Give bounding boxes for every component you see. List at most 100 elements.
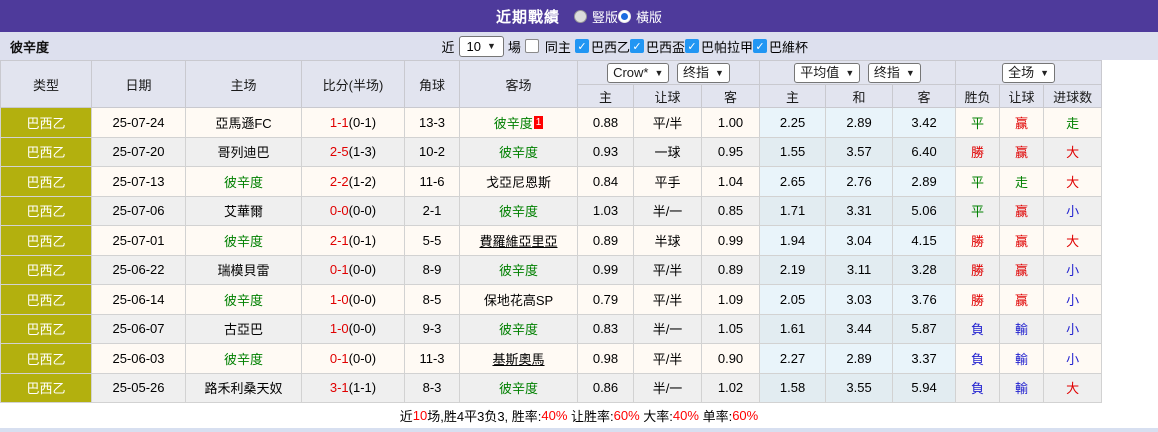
- avg-away-cell: 3.42: [892, 107, 957, 138]
- odds-home-cell: 0.79: [577, 284, 634, 315]
- corner-cell: 11-6: [404, 166, 460, 197]
- radio-label: 橫版: [636, 9, 663, 25]
- away-team-cell[interactable]: 費羅維亞里亞: [459, 225, 578, 256]
- home-team-name: 亞馬遜FC: [215, 115, 272, 131]
- fulltime-group-header: 全场 ▼: [955, 60, 1103, 85]
- avg-away-cell: 5.87: [892, 313, 957, 344]
- avg-away-cell: 4.15: [892, 225, 957, 256]
- away-team-cell[interactable]: 戈亞尼恩斯: [459, 166, 578, 197]
- summary-segment: 大率:: [639, 409, 673, 424]
- corner-cell: 10-2: [404, 136, 460, 167]
- table-row: 巴西乙 25-06-22 瑞模貝雷 0-1(0-0) 8-9 彼辛度 0.99 平/半 0.89…: [0, 254, 1103, 285]
- league-checkbox-item[interactable]: ✓ 巴西盃: [629, 37, 685, 56]
- match-count-select[interactable]: 10 ▼: [458, 35, 504, 57]
- same-home-label: 同主: [544, 39, 571, 55]
- average-time-select[interactable]: 终指 ▼: [867, 62, 921, 83]
- checkbox-icon: ✓: [574, 39, 589, 53]
- odds-handicap-cell: 半/一: [633, 313, 702, 344]
- period-select[interactable]: 全场 ▼: [1002, 62, 1056, 83]
- goals-result-cell: 大: [1043, 225, 1103, 256]
- away-team-cell[interactable]: 彼辛度: [459, 195, 578, 226]
- home-team-cell[interactable]: 彼辛度: [185, 166, 302, 197]
- league-cell: 巴西乙: [0, 254, 92, 285]
- home-team-name: 彼辛度: [223, 351, 263, 367]
- fulltime-score: 2-1: [329, 232, 349, 248]
- halftime-score: (1-1): [348, 380, 377, 396]
- fulltime-score: 0-1: [329, 350, 349, 366]
- odds-home-cell: 0.89: [577, 225, 634, 256]
- odds-home-cell: 0.98: [577, 343, 634, 374]
- home-team-cell[interactable]: 彼辛度: [185, 343, 302, 374]
- average-select-value: 平均值: [800, 64, 840, 80]
- recent-results-table: 类型 日期 主场 比分(半场) 角球 客场 Crow* ▼ 终指 ▼ 平均值 ▼ 终指…: [0, 60, 1103, 403]
- home-team-cell[interactable]: 哥列迪巴: [185, 136, 302, 167]
- avg-away-cell: 3.76: [892, 284, 957, 315]
- table-row: 巴西乙 25-07-13 彼辛度 2-2(1-2) 11-6 戈亞尼恩斯 0.84 平手 1.0…: [0, 166, 1103, 197]
- home-team-cell[interactable]: 彼辛度: [185, 284, 302, 315]
- odds-away-cell: 0.99: [700, 225, 761, 256]
- away-team-cell[interactable]: 保地花高SP: [459, 284, 578, 315]
- avg-draw-cell: 2.76: [825, 166, 894, 197]
- odds-handicap-cell: 平/半: [633, 343, 702, 374]
- avg-draw-cell: 3.04: [825, 225, 894, 256]
- away-team-cell[interactable]: 彼辛度 1: [459, 107, 578, 138]
- radio-icon: [618, 9, 631, 23]
- col-header-odds-handicap: 让球: [633, 84, 702, 108]
- score-cell: 0-1(0-0): [301, 343, 405, 374]
- version-radio-horizontal[interactable]: 橫版: [618, 7, 662, 26]
- page-title: 近期戰績: [495, 8, 560, 26]
- league-cell: 巴西乙: [0, 343, 92, 374]
- home-team-cell[interactable]: 艾華爾: [185, 195, 302, 226]
- away-team-name: 費羅維亞里亞: [479, 233, 558, 249]
- bottom-strip: [0, 428, 1158, 432]
- away-team-cell[interactable]: 彼辛度: [459, 372, 578, 403]
- odds-home-cell: 0.99: [577, 254, 634, 285]
- version-radio-vertical[interactable]: 豎版: [573, 7, 618, 26]
- away-team-cell[interactable]: 彼辛度: [459, 136, 578, 167]
- away-team-name: 彼辛度: [498, 263, 538, 279]
- period-select-value: 全场: [1008, 64, 1035, 80]
- league-checkbox-item[interactable]: ✓ 巴西乙: [574, 37, 630, 56]
- home-team-cell[interactable]: 彼辛度: [185, 225, 302, 256]
- avg-away-cell: 5.06: [892, 195, 957, 226]
- odds-away-cell: 1.09: [700, 284, 761, 315]
- avg-home-cell: 2.05: [759, 284, 827, 315]
- bookmaker-select[interactable]: Crow* ▼: [607, 62, 670, 83]
- result-cell: 勝: [955, 136, 1001, 167]
- summary-segment: 场,胜4平3负3, 胜率:: [427, 409, 542, 424]
- average-select[interactable]: 平均值 ▼: [794, 62, 861, 83]
- score-cell: 2-2(1-2): [301, 166, 405, 197]
- bookmaker-select-value: Crow*: [613, 64, 649, 80]
- halftime-score: (0-0): [348, 203, 377, 219]
- odds-time-select-value: 终指: [683, 64, 710, 80]
- league-checkbox-item[interactable]: ✓ 巴帕拉甲: [684, 37, 753, 56]
- date-cell: 25-07-20: [91, 136, 186, 167]
- away-team-cell[interactable]: 基斯奧馬: [459, 343, 578, 374]
- date-cell: 25-07-06: [91, 195, 186, 226]
- table-row: 巴西乙 25-07-06 艾華爾 0-0(0-0) 2-1 彼辛度 1.03 半/一 0.85 1…: [0, 195, 1103, 226]
- home-team-cell[interactable]: 亞馬遜FC: [185, 107, 302, 138]
- odds-home-cell: 0.88: [577, 107, 634, 138]
- away-team-cell[interactable]: 彼辛度: [459, 313, 578, 344]
- col-header-away: 客场: [459, 60, 578, 108]
- league-checkbox-item[interactable]: ✓ 巴維杯: [752, 37, 808, 56]
- home-team-cell[interactable]: 瑞模貝雷: [185, 254, 302, 285]
- corner-cell: 13-3: [404, 107, 460, 138]
- result-cell: 平: [955, 195, 1001, 226]
- col-header-avg-home: 主: [759, 84, 827, 108]
- halftime-score: (0-0): [348, 321, 377, 337]
- summary-segment: 让胜率:: [567, 409, 614, 424]
- odds-time-select[interactable]: 终指 ▼: [677, 62, 730, 83]
- halftime-score: (0-0): [348, 350, 377, 366]
- home-team-cell[interactable]: 路禾利桑天奴: [185, 372, 302, 403]
- score-cell: 1-1(0-1): [301, 107, 405, 138]
- result-cell: 勝: [955, 284, 1001, 315]
- handicap-result-cell: 輸: [999, 343, 1045, 374]
- avg-draw-cell: 3.31: [825, 195, 894, 226]
- away-team-cell[interactable]: 彼辛度: [459, 254, 578, 285]
- summary-footer: 近 10 场,胜4平3负3, 胜率: 40% 让胜率: 60% 大率: 40% 单率: 60…: [0, 403, 1158, 428]
- table-row: 巴西乙 25-06-07 古亞巴 1-0(0-0) 9-3 彼辛度 0.83 半/一 1.05 1…: [0, 313, 1103, 344]
- same-home-checkbox[interactable]: [524, 39, 539, 53]
- league-label: 巴維杯: [768, 39, 808, 55]
- home-team-cell[interactable]: 古亞巴: [185, 313, 302, 344]
